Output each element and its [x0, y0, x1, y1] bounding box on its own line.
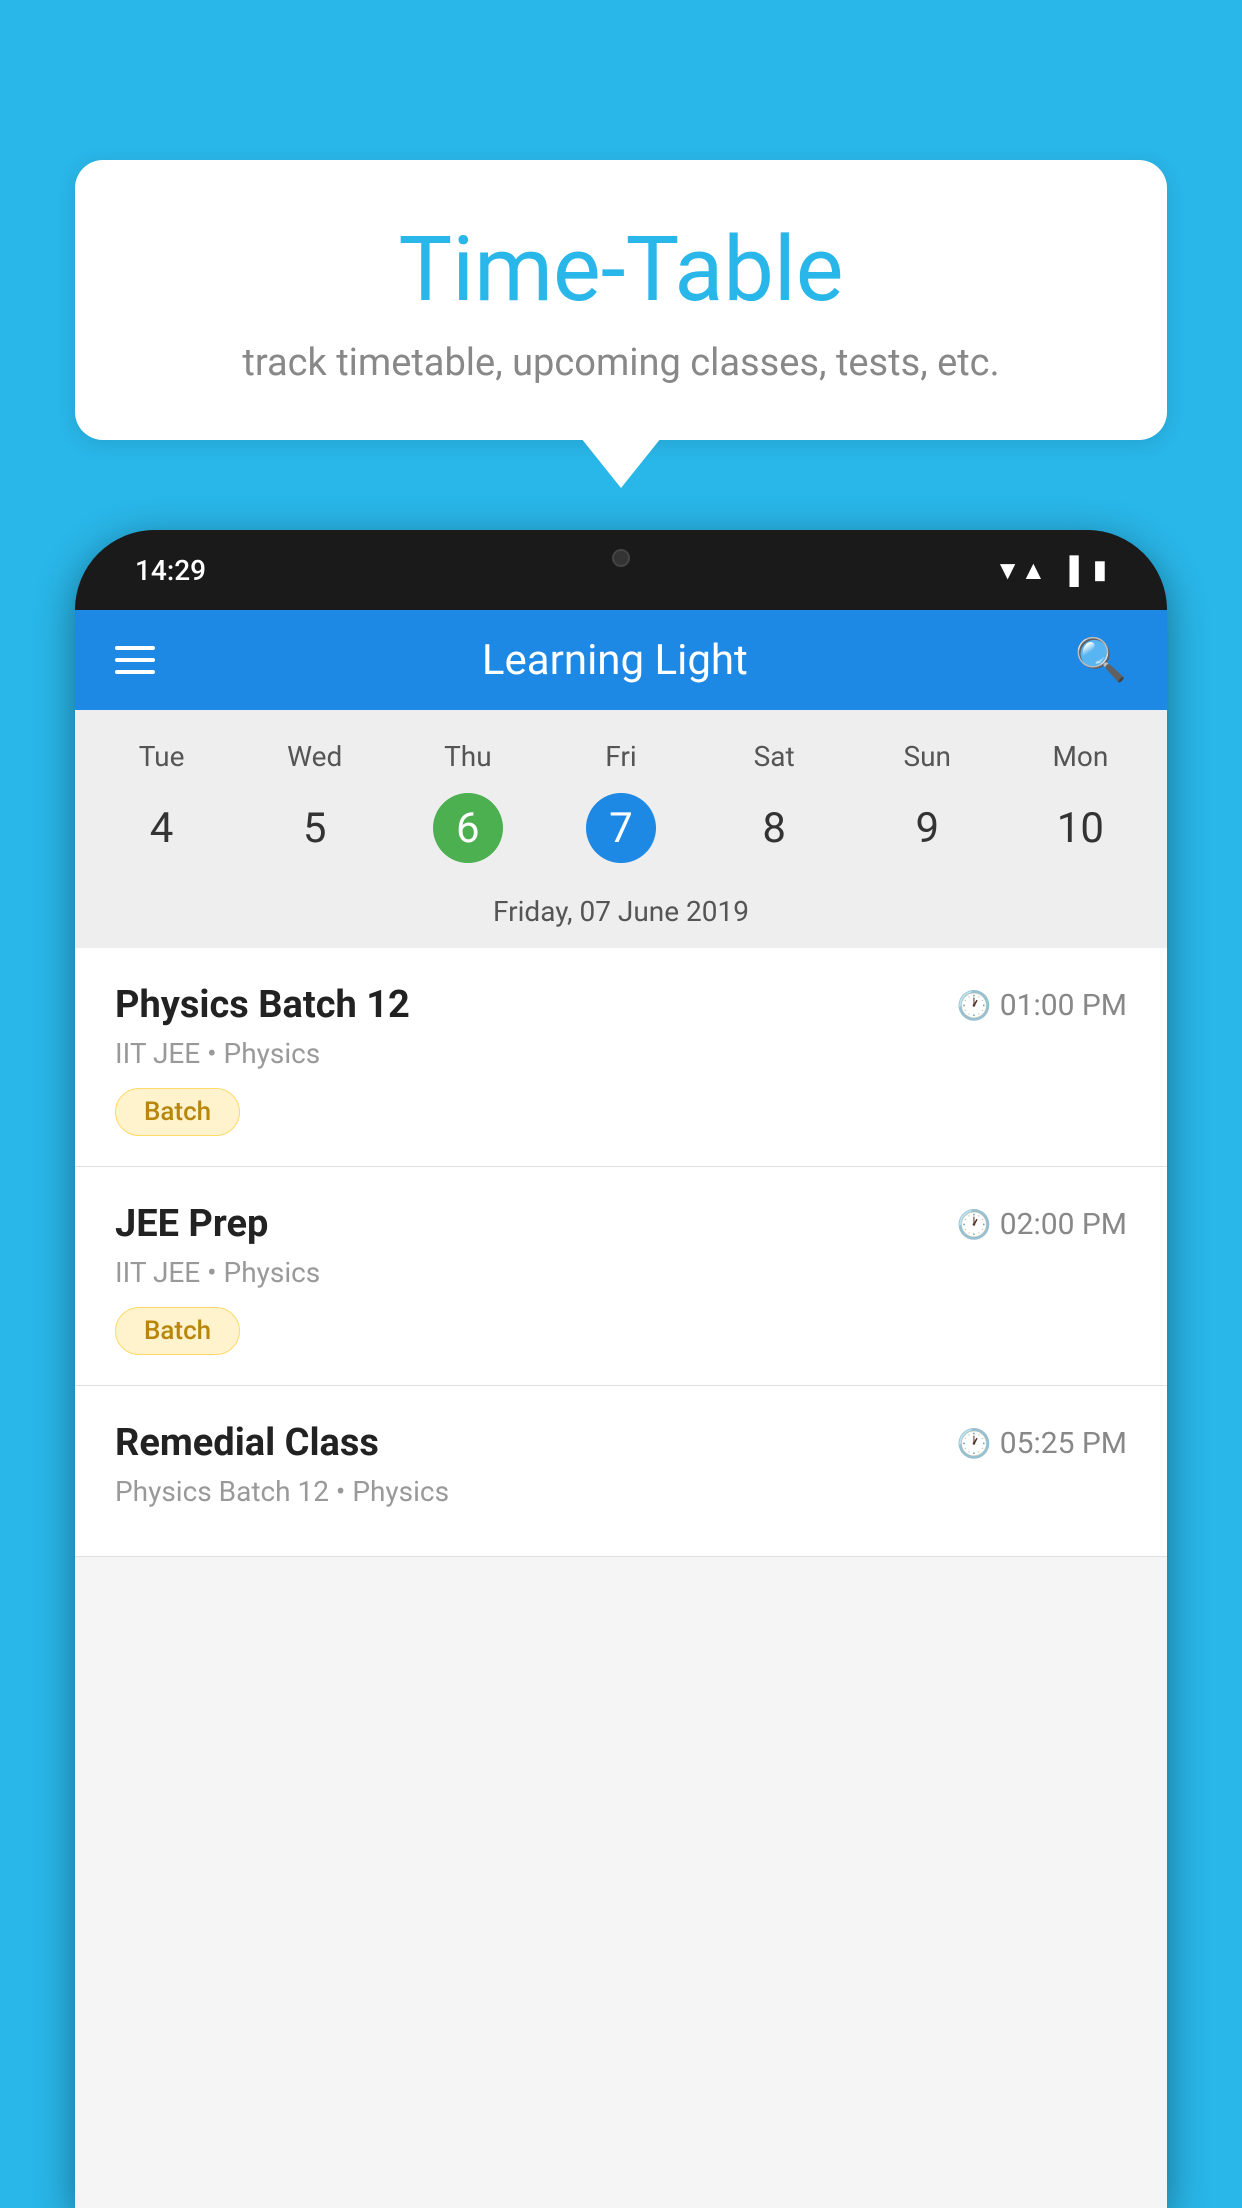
clock-icon: 🕐 — [957, 1427, 992, 1460]
day-label: Fri — [544, 730, 697, 783]
day-number[interactable]: 6 — [433, 793, 503, 863]
clock-icon: 🕐 — [957, 989, 992, 1022]
schedule-item-subtitle: Physics Batch 12 • Physics — [115, 1475, 1127, 1508]
day-number[interactable]: 10 — [1045, 793, 1115, 863]
schedule-item-subtitle: IIT JEE • Physics — [115, 1256, 1127, 1289]
schedule-item-title: Remedial Class — [115, 1421, 379, 1465]
app-header: Learning Light 🔍 — [75, 610, 1167, 710]
selected-date: Friday, 07 June 2019 — [75, 883, 1167, 948]
status-time: 14:29 — [135, 554, 206, 587]
schedule-item-header: Physics Batch 12 🕐 01:00 PM — [115, 983, 1127, 1027]
wifi-icon: ▼▲ — [995, 555, 1046, 586]
speech-bubble: Time-Table track timetable, upcoming cla… — [75, 160, 1167, 440]
schedule-item-subtitle: IIT JEE • Physics — [115, 1037, 1127, 1070]
battery-icon: ▮ — [1093, 555, 1107, 585]
time-value: 02:00 PM — [1000, 1207, 1127, 1242]
day-label: Mon — [1004, 730, 1157, 783]
day-labels: TueWedThuFriSatSunMon — [75, 730, 1167, 783]
time-value: 01:00 PM — [1000, 988, 1127, 1023]
bubble-title: Time-Table — [125, 220, 1117, 319]
schedule-item-time: 🕐 02:00 PM — [957, 1207, 1127, 1242]
schedule-item-header: Remedial Class 🕐 05:25 PM — [115, 1421, 1127, 1465]
day-number[interactable]: 9 — [892, 793, 962, 863]
camera — [612, 549, 630, 567]
schedule-item-time: 🕐 01:00 PM — [957, 988, 1127, 1023]
phone-mockup: 14:29 ▼▲ ▐ ▮ Learning Light 🔍 TueWedThuF… — [75, 530, 1167, 2208]
day-number[interactable]: 4 — [127, 793, 197, 863]
schedule-item[interactable]: Remedial Class 🕐 05:25 PM Physics Batch … — [75, 1386, 1167, 1557]
time-value: 05:25 PM — [1000, 1426, 1127, 1461]
day-label: Sat — [698, 730, 851, 783]
app-content: Learning Light 🔍 TueWedThuFriSatSunMon 4… — [75, 610, 1167, 2208]
schedule-item-header: JEE Prep 🕐 02:00 PM — [115, 1202, 1127, 1246]
day-label: Sun — [851, 730, 1004, 783]
day-label: Tue — [85, 730, 238, 783]
notch — [531, 530, 711, 585]
status-icons: ▼▲ ▐ ▮ — [995, 555, 1107, 586]
batch-badge: Batch — [115, 1088, 240, 1136]
schedule-list: Physics Batch 12 🕐 01:00 PM IIT JEE • Ph… — [75, 948, 1167, 1557]
app-title: Learning Light — [482, 636, 748, 685]
search-button[interactable]: 🔍 — [1075, 636, 1127, 685]
schedule-item[interactable]: JEE Prep 🕐 02:00 PM IIT JEE • Physics Ba… — [75, 1167, 1167, 1386]
status-bar: 14:29 ▼▲ ▐ ▮ — [75, 530, 1167, 610]
schedule-item-title: Physics Batch 12 — [115, 983, 410, 1027]
day-number[interactable]: 5 — [280, 793, 350, 863]
batch-badge: Batch — [115, 1307, 240, 1355]
schedule-item-title: JEE Prep — [115, 1202, 268, 1246]
day-numbers: 4 5 6 7 8 9 10 — [75, 783, 1167, 883]
schedule-item[interactable]: Physics Batch 12 🕐 01:00 PM IIT JEE • Ph… — [75, 948, 1167, 1167]
calendar-strip: TueWedThuFriSatSunMon 4 5 6 7 8 9 10 Friday, 0… — [75, 710, 1167, 948]
day-label: Thu — [391, 730, 544, 783]
schedule-item-time: 🕐 05:25 PM — [957, 1426, 1127, 1461]
bubble-subtitle: track timetable, upcoming classes, tests… — [125, 341, 1117, 385]
hamburger-button[interactable] — [115, 646, 155, 674]
day-label: Wed — [238, 730, 391, 783]
day-number[interactable]: 7 — [586, 793, 656, 863]
signal-icon: ▐ — [1060, 555, 1078, 586]
clock-icon: 🕐 — [957, 1208, 992, 1241]
day-number[interactable]: 8 — [739, 793, 809, 863]
